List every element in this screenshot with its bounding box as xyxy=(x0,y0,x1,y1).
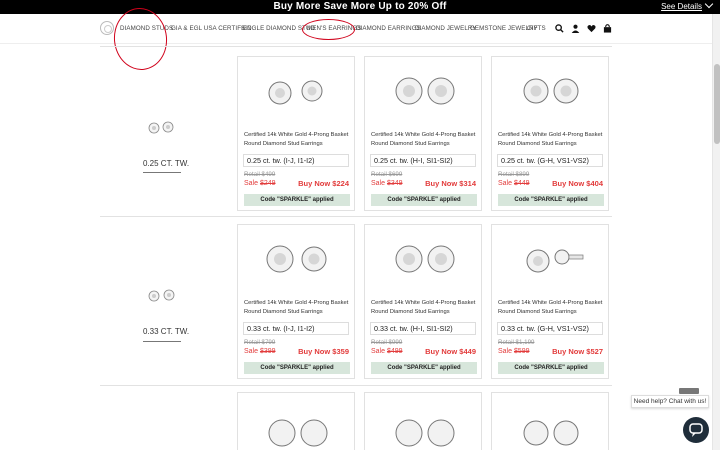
see-details-label: See Details xyxy=(661,2,702,11)
nav-item-single-diamond-stud[interactable]: SINGLE DIAMOND STUD xyxy=(241,25,315,32)
buy-now-link[interactable]: Buy Now $527 xyxy=(552,347,603,356)
nav-item-gifts[interactable]: GIFTS xyxy=(527,25,546,32)
nav-item-diamond-studs[interactable]: DIAMOND STUDS xyxy=(120,25,173,32)
earring-image xyxy=(266,245,327,273)
row-label[interactable]: 0.33 CT. TW. xyxy=(143,327,189,336)
promo-text: Buy More Save More Up to 20% Off xyxy=(273,1,447,12)
chat-button[interactable] xyxy=(683,417,709,443)
variant-select[interactable]: 0.25 ct. tw. (H-I, SI1-SI2) xyxy=(370,154,476,167)
sale-amount: $499 xyxy=(386,348,403,355)
nav-item-diamond-jewelry[interactable]: DIAMOND JEWELRY xyxy=(415,25,477,32)
earring-image xyxy=(526,249,584,273)
buy-now-link[interactable]: Buy Now $314 xyxy=(425,179,476,188)
buy-now-link[interactable]: Buy Now $359 xyxy=(298,347,349,356)
variant-select[interactable]: 0.33 ct. tw. (G-H, VS1-VS2) xyxy=(497,322,603,335)
coupon-code-badge: Code "SPARKLE" applied xyxy=(244,362,350,374)
sale-amount: $399 xyxy=(259,348,276,355)
earring-image xyxy=(395,419,455,447)
nav-item-mens-earrings[interactable]: MEN'S EARRINGS xyxy=(307,25,362,32)
product-title[interactable]: Certified 14k White Gold 4-Prong Basket … xyxy=(244,299,352,316)
sale-amount: $599 xyxy=(513,348,530,355)
row-divider xyxy=(100,216,612,217)
product-title[interactable]: Certified 14k White Gold 4-Prong Basket … xyxy=(371,299,479,316)
nav-item-diamond-earrings[interactable]: DIAMOND EARRINGS xyxy=(356,25,421,32)
sale-prefix: Sale xyxy=(244,348,259,355)
product-card[interactable] xyxy=(364,392,482,450)
search-icon[interactable] xyxy=(555,24,564,33)
product-title[interactable]: Certified 14k White Gold 4-Prong Basket … xyxy=(498,299,606,316)
sale-amount: $449 xyxy=(513,180,530,187)
see-details-link[interactable]: See Details xyxy=(661,0,714,11)
product-card[interactable]: Certified 14k White Gold 4-Prong Basket … xyxy=(237,224,355,379)
product-card[interactable] xyxy=(237,392,355,450)
sale-prefix: Sale xyxy=(498,180,513,187)
earring-image xyxy=(523,420,579,446)
variant-select[interactable]: 0.33 ct. tw. (I-J, I1-I2) xyxy=(243,322,349,335)
coupon-code-badge: Code "SPARKLE" applied xyxy=(498,194,604,206)
earring-image xyxy=(395,77,455,105)
heart-icon[interactable] xyxy=(587,24,596,33)
variant-select[interactable]: 0.25 ct. tw. (G-H, VS1-VS2) xyxy=(497,154,603,167)
promo-bar: Buy More Save More Up to 20% Off See Det… xyxy=(0,0,720,14)
product-title[interactable]: Certified 14k White Gold 4-Prong Basket … xyxy=(371,131,479,148)
chat-prompt[interactable]: Need help? Chat with us! xyxy=(631,395,709,408)
retail-price: Retail $899 xyxy=(498,171,530,178)
earring-image xyxy=(268,419,328,447)
sale-price: Sale $449 xyxy=(498,180,530,187)
chat-minimize-handle[interactable] xyxy=(679,388,699,394)
product-card[interactable]: Certified 14k White Gold 4-Prong Basket … xyxy=(364,56,482,211)
product-title[interactable]: Certified 14k White Gold 4-Prong Basket … xyxy=(498,131,606,148)
variant-select[interactable]: 0.33 ct. tw. (H-I, SI1-SI2) xyxy=(370,322,476,335)
sale-price: Sale $349 xyxy=(371,180,403,187)
coupon-code-badge: Code "SPARKLE" applied xyxy=(244,194,350,206)
row-label-underline xyxy=(143,172,181,173)
retail-price: Retail $499 xyxy=(244,171,276,178)
sale-price: Sale $599 xyxy=(498,348,530,355)
sale-prefix: Sale xyxy=(371,180,386,187)
sale-price: Sale $399 xyxy=(244,348,276,355)
retail-price: Retail $799 xyxy=(244,339,276,346)
sale-price: Sale $499 xyxy=(371,348,403,355)
row-label-underline xyxy=(143,341,181,342)
logo[interactable] xyxy=(100,21,114,35)
chat-bubble-icon xyxy=(689,423,703,437)
main-nav: DIAMOND STUDS GIA & EGL USA CERTIFIED SI… xyxy=(0,14,712,44)
sale-prefix: Sale xyxy=(498,348,513,355)
product-title[interactable]: Certified 14k White Gold 4-Prong Basket … xyxy=(244,131,352,148)
coupon-code-badge: Code "SPARKLE" applied xyxy=(371,362,477,374)
sale-prefix: Sale xyxy=(244,180,259,187)
bag-icon[interactable] xyxy=(603,24,612,33)
row-divider xyxy=(100,385,612,386)
row-product-image[interactable] xyxy=(142,118,182,136)
earring-image xyxy=(523,78,579,104)
page-scrollbar[interactable] xyxy=(712,14,720,450)
variant-select[interactable]: 0.25 ct. tw. (I-J, I1-I2) xyxy=(243,154,349,167)
earring-image xyxy=(268,80,323,105)
coupon-code-badge: Code "SPARKLE" applied xyxy=(498,362,604,374)
product-card[interactable]: Certified 14k White Gold 4-Prong Basket … xyxy=(491,56,609,211)
product-card[interactable]: Certified 14k White Gold 4-Prong Basket … xyxy=(491,224,609,379)
product-card[interactable]: Certified 14k White Gold 4-Prong Basket … xyxy=(237,56,355,211)
row-product-image[interactable] xyxy=(142,286,182,304)
row-label[interactable]: 0.25 CT. TW. xyxy=(143,159,189,168)
buy-now-link[interactable]: Buy Now $224 xyxy=(298,179,349,188)
sale-amount: $249 xyxy=(259,180,276,187)
sale-prefix: Sale xyxy=(371,348,386,355)
account-icon[interactable] xyxy=(571,24,580,33)
scrollbar-thumb[interactable] xyxy=(714,64,720,144)
sale-amount: $349 xyxy=(386,180,403,187)
earring-image xyxy=(395,245,455,273)
retail-price: Retail $1,199 xyxy=(498,339,535,346)
retail-price: Retail $999 xyxy=(371,339,403,346)
buy-now-link[interactable]: Buy Now $449 xyxy=(425,347,476,356)
product-card[interactable] xyxy=(491,392,609,450)
retail-price: Retail $699 xyxy=(371,171,403,178)
nav-item-gia-egl-certified[interactable]: GIA & EGL USA CERTIFIED xyxy=(171,25,252,32)
coupon-code-badge: Code "SPARKLE" applied xyxy=(371,194,477,206)
product-card[interactable]: Certified 14k White Gold 4-Prong Basket … xyxy=(364,224,482,379)
row-divider xyxy=(100,46,612,47)
chevron-down-icon xyxy=(704,0,714,9)
sale-price: Sale $249 xyxy=(244,180,276,187)
buy-now-link[interactable]: Buy Now $404 xyxy=(552,179,603,188)
